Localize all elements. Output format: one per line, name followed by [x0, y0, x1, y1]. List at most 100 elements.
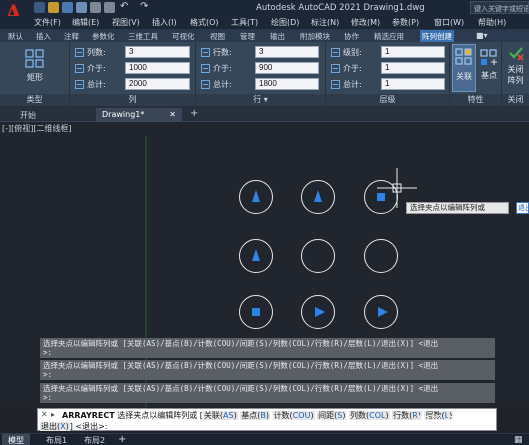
- close-array-label-2: 阵列: [507, 76, 524, 85]
- levels-count-input[interactable]: 1: [381, 46, 445, 58]
- row-panel-label[interactable]: 行 ▾: [196, 94, 325, 106]
- associative-button[interactable]: 关联: [452, 44, 476, 92]
- menu-window[interactable]: 窗口(W): [434, 17, 464, 28]
- print-icon[interactable]: [90, 2, 101, 13]
- ribbon: 矩形 类型 列数: 3 介于: 1000 总计: 2000 列 行数: 3 介于…: [0, 42, 529, 106]
- tab-output[interactable]: 输出: [268, 30, 287, 42]
- tab-featured-apps[interactable]: 精选应用: [372, 30, 406, 42]
- save-as-icon[interactable]: [76, 2, 87, 13]
- triangle-right-grip-icon[interactable]: [315, 307, 325, 317]
- tab-default[interactable]: 默认: [6, 30, 25, 42]
- menu-tools[interactable]: 工具(T): [231, 17, 258, 28]
- triangle-up-grip-icon[interactable]: [252, 249, 260, 261]
- tab-collaborate[interactable]: 协作: [342, 30, 361, 42]
- tab-addins[interactable]: 附加模块: [298, 30, 332, 42]
- array-circle[interactable]: [239, 180, 273, 214]
- plot-icon[interactable]: [104, 2, 115, 13]
- level-spacing-input[interactable]: 1: [381, 62, 445, 74]
- tab-drawing1[interactable]: Drawing1* ✕: [96, 108, 182, 122]
- command-option[interactable]: 间距(S): [317, 411, 347, 420]
- new-file-icon[interactable]: [34, 2, 45, 13]
- menu-file[interactable]: 文件(F): [34, 17, 61, 28]
- level-total-input[interactable]: 1: [381, 78, 445, 90]
- rows-count-input[interactable]: 3: [255, 46, 319, 58]
- redo-icon[interactable]: ↷: [140, 1, 148, 12]
- array-circle[interactable]: [364, 295, 398, 329]
- array-circle[interactable]: [364, 239, 398, 273]
- undo-icon[interactable]: ↶: [120, 1, 128, 12]
- tab-insert[interactable]: 插入: [34, 30, 53, 42]
- tab-visualize[interactable]: 可视化: [170, 30, 197, 42]
- add-layout-icon[interactable]: +: [114, 434, 130, 445]
- array-circle[interactable]: [364, 180, 398, 214]
- menu-draw[interactable]: 绘图(D): [271, 17, 299, 28]
- menu-edit[interactable]: 编辑(E): [72, 17, 99, 28]
- menu-insert[interactable]: 插入(I): [152, 17, 177, 28]
- option-text: 计数(: [273, 411, 293, 420]
- tab-parametric[interactable]: 参数化: [90, 30, 117, 42]
- menu-modify[interactable]: 修改(M): [351, 17, 380, 28]
- square-grip-icon[interactable]: [377, 193, 385, 201]
- grid-display-icon[interactable]: ▦: [508, 434, 529, 445]
- watermark: 知乎 @文星柒: [418, 414, 494, 428]
- command-option[interactable]: 列数(COL): [348, 411, 390, 420]
- triangle-up-grip-icon[interactable]: [252, 190, 260, 202]
- base-point-button[interactable]: 基点: [477, 44, 501, 92]
- menu-parameters[interactable]: 参数(P): [392, 17, 419, 28]
- option-text: 间距(: [318, 411, 338, 420]
- row-total-input[interactable]: 1800: [255, 78, 319, 90]
- new-tab-icon[interactable]: +: [186, 108, 202, 122]
- tab-array-creation[interactable]: 阵列创建: [420, 30, 454, 42]
- array-circle[interactable]: [239, 239, 273, 273]
- command-close-icon[interactable]: ✕: [41, 410, 48, 419]
- close-array-button[interactable]: 关闭 阵列: [502, 44, 529, 86]
- command-option[interactable]: 关联(AS): [202, 411, 238, 420]
- dynamic-input[interactable]: 退出: [516, 202, 529, 214]
- array-circle[interactable]: [301, 295, 335, 329]
- tab-layout1[interactable]: 布局1: [40, 434, 73, 445]
- properties-panel: 关联 基点 特性: [450, 42, 502, 106]
- open-file-icon[interactable]: [48, 2, 59, 13]
- option-exit-text: 退出(: [41, 422, 61, 431]
- tab-layout2[interactable]: 布局2: [78, 434, 111, 445]
- row-spacing-input[interactable]: 900: [255, 62, 319, 74]
- square-grip-icon[interactable]: [252, 308, 260, 316]
- menu-help[interactable]: 帮助(H): [478, 17, 506, 28]
- option-text: 基点(: [241, 411, 261, 420]
- triangle-up-grip-icon[interactable]: [314, 190, 322, 202]
- tab-manage[interactable]: 管理: [238, 30, 257, 42]
- array-circle[interactable]: [301, 180, 335, 214]
- menu-view[interactable]: 视图(V): [112, 17, 140, 28]
- column-spacing-input[interactable]: 1000: [125, 62, 190, 74]
- menu-format[interactable]: 格式(O): [190, 17, 219, 28]
- tab-3d-tools[interactable]: 三维工具: [126, 30, 160, 42]
- rectangular-array-button[interactable]: 矩形: [17, 48, 53, 83]
- tab-annotate[interactable]: 注释: [62, 30, 81, 42]
- command-option[interactable]: 基点(B): [240, 411, 271, 420]
- title-bar: ↶ ↷ Autodesk AutoCAD 2021 Drawing1.dwg 键…: [0, 0, 529, 16]
- close-panel-label: 关闭: [502, 94, 529, 106]
- level-spacing-label: 介于:: [343, 63, 362, 73]
- command-option[interactable]: 计数(COU): [272, 411, 315, 420]
- ribbon-options-icon[interactable]: ■▾: [474, 30, 490, 42]
- array-circle[interactable]: [301, 239, 335, 273]
- row-panel: 行数: 3 介于: 900 总计: 1800 行 ▾: [196, 42, 326, 106]
- option-exit[interactable]: 退出(X): [40, 422, 70, 431]
- tab-model[interactable]: 模型: [2, 434, 30, 445]
- array-circle[interactable]: [239, 295, 273, 329]
- search-input[interactable]: 键入关键字或短语: [470, 1, 529, 14]
- tab-start[interactable]: 开始: [14, 108, 42, 122]
- menu-dimension[interactable]: 标注(N): [311, 17, 339, 28]
- close-icon[interactable]: ✕: [169, 110, 176, 119]
- command-search-icon[interactable]: ▸: [51, 410, 55, 419]
- save-icon[interactable]: [62, 2, 73, 13]
- rows-icon: [201, 47, 210, 57]
- levels-count-row: 级别:: [331, 46, 362, 58]
- option-key: AS: [223, 411, 234, 420]
- triangle-right-grip-icon[interactable]: [378, 307, 388, 317]
- tab-view[interactable]: 视图: [208, 30, 227, 42]
- columns-count-input[interactable]: 3: [125, 46, 190, 58]
- associative-label: 关联: [456, 72, 472, 81]
- column-panel: 列数: 3 介于: 1000 总计: 2000 列: [70, 42, 196, 106]
- column-total-input[interactable]: 2000: [125, 78, 190, 90]
